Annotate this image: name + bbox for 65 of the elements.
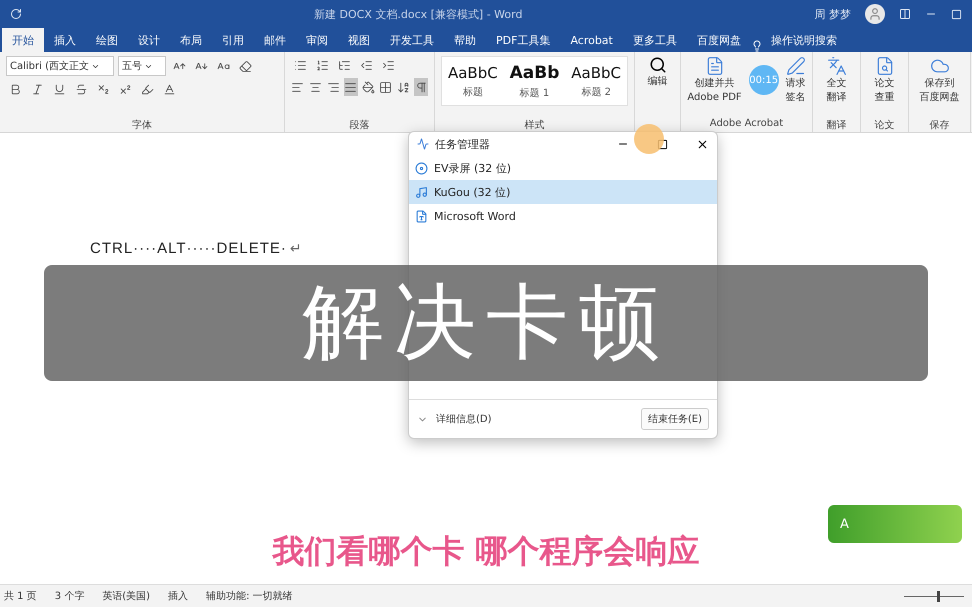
user-name: 周 梦梦 xyxy=(814,6,851,22)
task-manager-icon xyxy=(417,138,429,150)
app-list-item[interactable]: KuGou (32 位) xyxy=(409,180,717,204)
app-icon xyxy=(415,162,428,174)
ribbon-tab[interactable]: 布局 xyxy=(170,28,212,52)
tell-me-search[interactable]: 操作说明搜索 xyxy=(762,28,845,52)
ribbon-tab[interactable]: 设计 xyxy=(128,28,170,52)
style-option[interactable]: AaBbC 标题 xyxy=(442,57,504,105)
paragraph-mark: ↵ xyxy=(290,241,302,257)
details-link[interactable]: 详细信息(D) xyxy=(436,412,633,426)
layout-icon[interactable] xyxy=(899,8,911,20)
style-option[interactable]: AaBbC 标题 2 xyxy=(565,57,628,105)
ribbon-button[interactable]: 创建并共 Adobe PDF xyxy=(684,56,745,104)
window-title: 任务管理器 xyxy=(435,136,491,152)
end-task-button[interactable]: 结束任务(E) xyxy=(640,408,709,430)
ribbon-tab[interactable]: 引用 xyxy=(212,28,254,52)
ribbon-tab[interactable]: 百度网盘 xyxy=(686,28,751,52)
ribbon-tab[interactable]: PDF工具集 xyxy=(486,28,560,52)
group-label: 论文 xyxy=(874,118,894,132)
status-text: 插入 xyxy=(168,590,188,603)
translate-icon xyxy=(826,56,846,76)
ribbon-tab[interactable]: 帮助 xyxy=(444,28,486,52)
ribbon-tab[interactable]: 开始 xyxy=(2,28,44,52)
ribbon-tab[interactable]: 审阅 xyxy=(296,28,338,52)
style-option[interactable]: AaBb 标题 1 xyxy=(504,57,566,105)
ribbon-tab[interactable]: 邮件 xyxy=(254,28,296,52)
lightbulb-icon[interactable] xyxy=(750,40,763,52)
search-icon xyxy=(648,56,666,74)
close-icon[interactable] xyxy=(696,138,709,150)
app-icon xyxy=(415,210,428,222)
ribbon-button[interactable]: 请求 签名 xyxy=(782,56,809,104)
document-text: CTRL····ALT·····DELETE· xyxy=(90,240,287,257)
video-subtitle: 我们看哪个卡 哪个程序会响应 xyxy=(271,531,701,572)
status-text: 共 1 页 xyxy=(4,590,37,603)
app-list-item[interactable]: EV录屏 (32 位) xyxy=(409,156,717,180)
group-label: 保存 xyxy=(930,119,950,132)
status-text: 英语(美国) xyxy=(102,590,150,603)
ribbon-tab[interactable]: Acrobat xyxy=(560,28,623,52)
font-name-field[interactable]: Calibri (西文正文 xyxy=(6,56,114,76)
group-label: 翻译 xyxy=(826,118,846,132)
ribbon-tab[interactable]: 更多工具 xyxy=(622,28,687,52)
ribbon-button[interactable]: 论文 查重 xyxy=(872,56,898,104)
status-text: 辅助功能: 一切就绪 xyxy=(206,590,293,603)
font-size-field[interactable]: 五号 xyxy=(118,56,166,76)
video-caption: 解决卡顿 xyxy=(44,265,928,381)
avatar-icon[interactable] xyxy=(865,4,885,24)
ribbon-tab[interactable]: 开发工具 xyxy=(380,28,444,52)
status-text: 3 个字 xyxy=(54,590,84,603)
ribbon-button[interactable]: 保存到 百度网盘 xyxy=(916,56,962,104)
recording-timer: 00:15 xyxy=(748,65,779,95)
ribbon-tab[interactable]: 视图 xyxy=(338,28,380,52)
app-list-item[interactable]: Microsoft Word xyxy=(409,204,717,228)
group-label: 段落 xyxy=(350,118,370,132)
ribbon-button[interactable]: 全文 翻译 xyxy=(824,56,850,104)
group-label: 样式 xyxy=(524,118,544,132)
ribbon-tab[interactable]: 绘图 xyxy=(86,28,128,52)
ribbon-tab[interactable]: 插入 xyxy=(44,28,86,52)
window-title: 新建 DOCX 文档.docx [兼容模式] - Word xyxy=(313,6,524,22)
group-label: Adobe Acrobat xyxy=(710,118,784,131)
redo-icon[interactable] xyxy=(10,8,22,20)
app-icon xyxy=(415,186,428,198)
group-label: 字体 xyxy=(132,118,152,132)
align-icon[interactable] xyxy=(344,78,358,96)
editing-button[interactable]: 编辑 xyxy=(641,56,674,88)
pilcrow-icon[interactable] xyxy=(414,78,428,96)
